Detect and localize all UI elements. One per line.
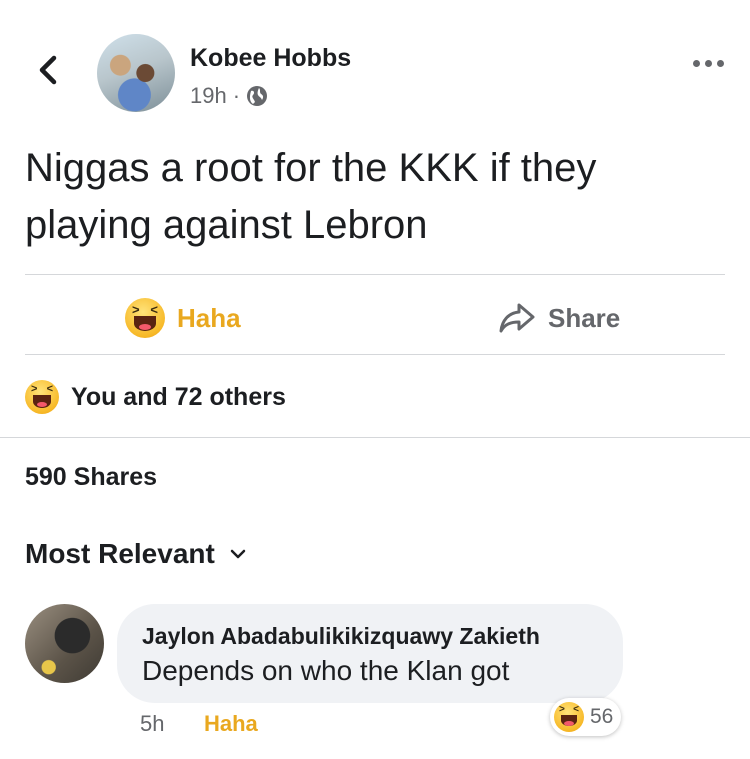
back-button[interactable] bbox=[30, 50, 70, 90]
comment-author-name[interactable]: Jaylon Abadabulikikizquawy Zakieth bbox=[142, 623, 540, 650]
comments-sort-label: Most Relevant bbox=[25, 538, 215, 569]
comment-reaction-count: 56 bbox=[590, 705, 614, 728]
haha-label: Haha bbox=[177, 302, 241, 333]
comment-haha-button[interactable]: Haha bbox=[204, 711, 258, 737]
chevron-down-icon bbox=[230, 549, 246, 559]
chevron-left-icon bbox=[39, 55, 57, 85]
more-dots-icon bbox=[693, 60, 700, 67]
share-label: Share bbox=[548, 302, 621, 333]
comments-sort-dropdown[interactable]: Most Relevant bbox=[25, 538, 247, 570]
comment-bubble bbox=[117, 604, 623, 703]
reactions-summary[interactable]: > < You and 72 others bbox=[25, 380, 286, 414]
more-options-button[interactable] bbox=[693, 60, 724, 67]
post-text: Niggas a root for the KKK if they playin… bbox=[25, 146, 597, 247]
post-author-name[interactable]: Kobee Hobbs bbox=[190, 44, 351, 73]
comment-text: Depends on who the Klan got bbox=[142, 655, 510, 686]
haha-emoji-icon: > < bbox=[25, 380, 59, 414]
comment-reaction-count-badge[interactable]: > < 56 bbox=[550, 698, 622, 736]
shares-count[interactable]: 590 Shares bbox=[25, 463, 157, 492]
meta-separator: · bbox=[232, 83, 241, 108]
haha-reaction-button[interactable]: > < Haha bbox=[125, 293, 241, 343]
post-time[interactable]: 19h bbox=[190, 83, 227, 109]
comment-time[interactable]: 5h bbox=[140, 711, 164, 737]
haha-emoji-icon: > < bbox=[125, 298, 165, 338]
globe-icon bbox=[247, 86, 268, 106]
divider bbox=[25, 274, 725, 275]
divider bbox=[25, 354, 725, 355]
share-button[interactable]: Share bbox=[498, 293, 620, 343]
reactions-summary-text: You and 72 others bbox=[71, 382, 286, 411]
share-arrow-icon bbox=[499, 303, 535, 333]
haha-emoji-icon: > < bbox=[554, 702, 584, 732]
author-avatar[interactable] bbox=[97, 34, 175, 112]
post-meta: 19h · bbox=[190, 83, 268, 109]
commenter-avatar[interactable] bbox=[25, 604, 104, 683]
divider bbox=[0, 437, 750, 438]
